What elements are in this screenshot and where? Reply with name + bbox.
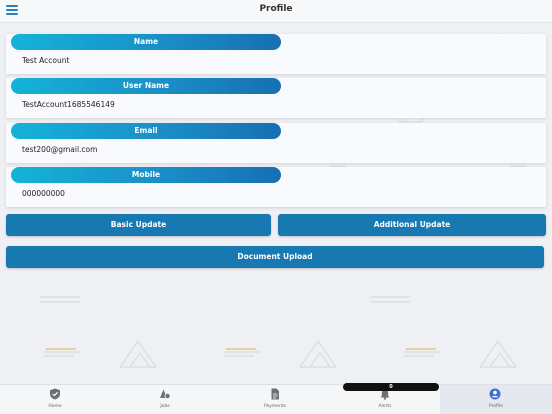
- name-field-label: Name: [11, 34, 281, 50]
- bottom-navigation: Home Jobs Payments Alerts Profile: [0, 384, 552, 414]
- shield-icon: [50, 388, 60, 400]
- additional-update-button[interactable]: Additional Update: [278, 214, 546, 236]
- email-field-card: Email test200@gmail.com: [6, 123, 546, 163]
- nav-label-payments: Payments: [263, 404, 287, 409]
- notification-count-badge: 0: [343, 383, 439, 391]
- app-window: Profile Name Test Account User Name Test…: [0, 0, 552, 414]
- nav-label-profile: Profile: [489, 404, 503, 409]
- app-header: Profile: [0, 0, 552, 23]
- username-field-value: TestAccount1685546149: [22, 100, 115, 109]
- mobile-field-label: Mobile: [11, 167, 281, 183]
- nav-item-home[interactable]: Home: [0, 385, 110, 414]
- page-title: Profile: [259, 4, 293, 14]
- email-field-label: Email: [11, 123, 281, 139]
- jobs-icon: [160, 389, 171, 399]
- document-icon: [271, 388, 279, 400]
- basic-update-button[interactable]: Basic Update: [6, 214, 271, 236]
- name-field-card: Name Test Account: [6, 34, 546, 74]
- nav-item-profile[interactable]: Profile: [440, 385, 552, 414]
- username-field-label: User Name: [11, 78, 281, 94]
- mobile-field-value: 000000000: [22, 189, 65, 198]
- profile-content: Name Test Account User Name TestAccount1…: [0, 22, 552, 384]
- name-field-value: Test Account: [22, 56, 70, 65]
- nav-item-payments[interactable]: Payments: [220, 385, 330, 414]
- user-icon: [489, 388, 501, 400]
- document-upload-button[interactable]: Document Upload: [6, 246, 544, 268]
- mobile-field-card: Mobile 000000000: [6, 167, 546, 207]
- nav-item-jobs[interactable]: Jobs: [110, 385, 220, 414]
- nav-label-home: Home: [48, 404, 62, 409]
- email-field-value: test200@gmail.com: [22, 145, 98, 154]
- username-field-card: User Name TestAccount1685546149: [6, 78, 546, 118]
- nav-label-jobs: Jobs: [160, 404, 170, 409]
- nav-label-alerts: Alerts: [378, 404, 392, 409]
